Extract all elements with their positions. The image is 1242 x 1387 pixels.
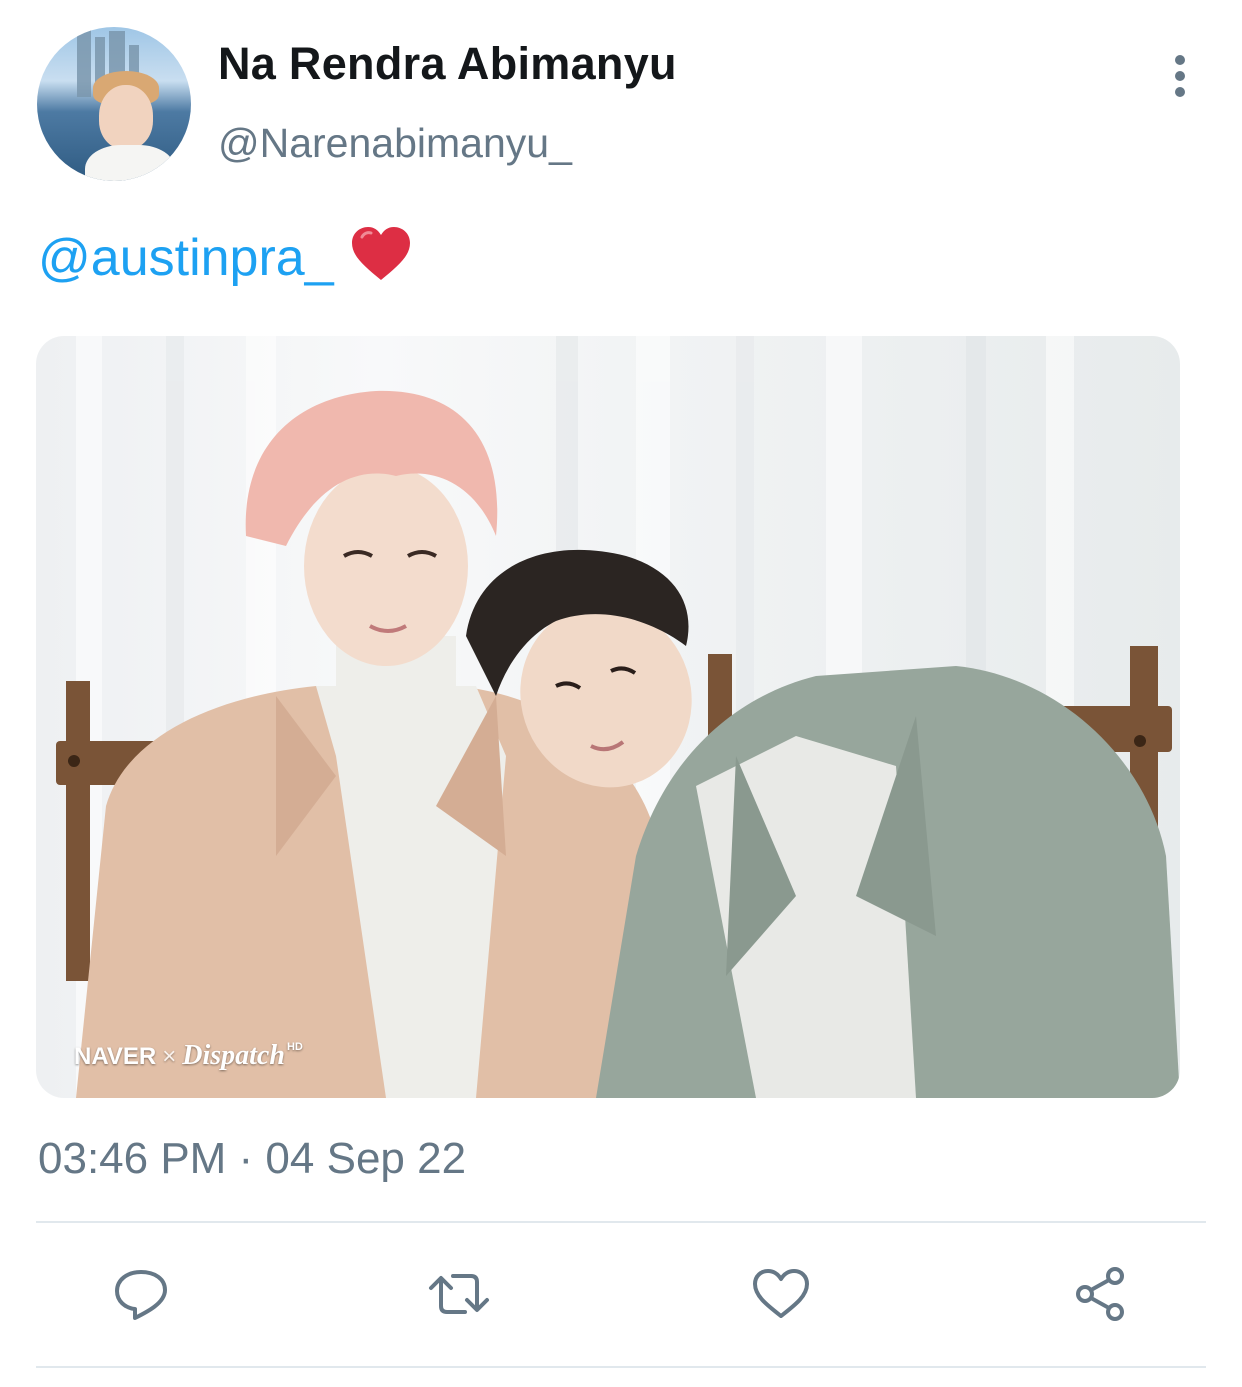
divider-top	[36, 1221, 1206, 1223]
tweet-timestamp[interactable]: 03:46 PM · 04 Sep 22	[38, 1134, 466, 1184]
watermark-naver: NAVER	[74, 1043, 157, 1070]
avatar-face	[99, 85, 153, 149]
author-avatar[interactable]	[37, 27, 191, 181]
red-heart-emoji-icon	[351, 227, 410, 280]
media-watermark: NAVER × Dispatch HD	[74, 1040, 303, 1072]
more-vertical-icon	[1175, 55, 1185, 97]
retweet-icon	[429, 1274, 489, 1314]
retweet-button[interactable]	[427, 1266, 489, 1322]
tweet-text: @austinpra_	[38, 225, 412, 288]
like-button[interactable]	[751, 1266, 811, 1322]
reply-icon	[115, 1270, 167, 1320]
divider-bottom	[36, 1366, 1206, 1368]
heart-outline-icon	[753, 1269, 809, 1318]
author-handle[interactable]: @Narenabimanyu_	[218, 120, 572, 167]
avatar-shirt	[85, 145, 175, 181]
share-button[interactable]	[1071, 1266, 1131, 1322]
watermark-separator: ×	[162, 1043, 177, 1070]
tweet-media-photo[interactable]	[36, 336, 1180, 1098]
mention-link[interactable]: @austinpra_	[38, 229, 334, 287]
reply-button[interactable]	[111, 1266, 171, 1322]
share-icon	[1076, 1267, 1124, 1321]
watermark-dispatch: Dispatch	[182, 1040, 285, 1071]
author-display-name[interactable]: Na Rendra Abimanyu	[218, 38, 677, 90]
watermark-hd-badge: HD	[286, 1041, 303, 1053]
photo-illustration	[56, 336, 1180, 1098]
more-options-button[interactable]	[1158, 52, 1202, 100]
